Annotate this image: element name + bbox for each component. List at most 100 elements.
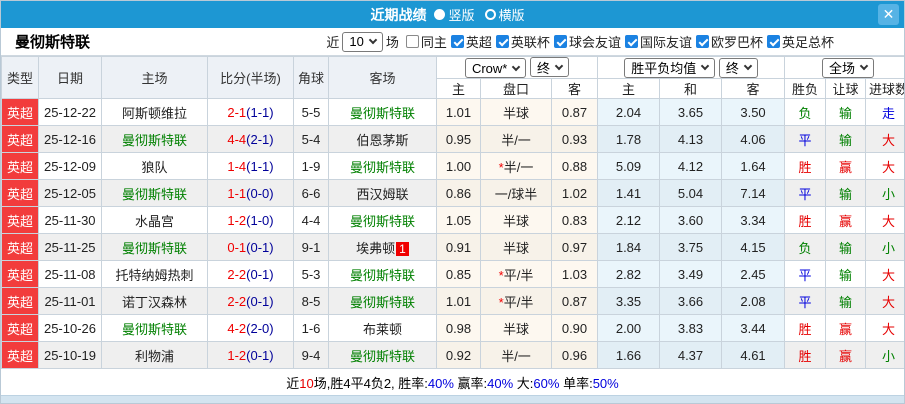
avg-away-cell: 4.06 [720,125,786,153]
away-team-cell: 布莱顿 [328,314,437,342]
handicap-result-cell: 输 [825,260,867,288]
corner-cell: 9-1 [293,233,329,261]
handicap-result-cell: 赢 [825,152,867,180]
date-cell: 25-11-30 [38,206,102,234]
league-cell: 英超 [1,314,39,342]
avg-away-cell: 4.61 [720,341,786,369]
avg-home-cell: 2.12 [597,206,660,234]
sub-header: 盘口 [480,78,552,99]
league-cell: 英超 [1,152,39,180]
score-cell: 4-2(2-0) [207,314,294,342]
col-header-type: 类型 [1,56,39,99]
goals-result-cell: 大 [865,152,904,180]
checkbox-label: 同主 [420,35,447,50]
checkbox-英联杯[interactable]: 英联杯 [495,32,550,51]
recent-count-select[interactable]: 10 [342,31,383,52]
handicap-cell: 一/球半 [480,179,552,207]
goals-result-cell: 小 [865,179,904,207]
date-cell: 25-10-26 [38,314,102,342]
layout-radio-horizontal[interactable]: 横版 [484,5,525,24]
score-cell: 1-2(1-0) [207,206,294,234]
odds-home-cell: 0.91 [436,233,481,261]
odds-home-cell: 1.01 [436,98,481,126]
handicap-result-cell: 输 [825,233,867,261]
sub-header: 让球 [825,78,867,99]
table-row: 英超 25-11-25 曼彻斯特联 0-1(0-1) 9-1 埃弗顿 1 0.91 半球 0.97… [1,233,904,261]
away-team-cell: 埃弗顿 1 [328,233,437,261]
filterbar: 曼彻斯特联 近 10 场 同主 英超 英联杯 球会友谊 国际友谊 欧罗巴杯 英足总杯 [1,28,904,56]
result-cell: 负 [784,98,827,126]
date-cell: 25-12-09 [38,152,102,180]
handicap-result-cell: 输 [825,98,867,126]
scope-select[interactable]: 全场 [822,57,875,78]
avg-select[interactable]: 胜平负均值 [624,57,716,78]
home-team-cell: 利物浦 [101,341,208,369]
table-row: 英超 25-10-26 曼彻斯特联 4-2(2-0) 1-6 布莱顿 0.98 半球 0.90 2… [1,314,904,342]
result-cell: 平 [784,179,827,207]
chevron-down-icon [700,61,710,71]
corner-cell: 6-6 [293,179,329,207]
handicap-cell: *平/半 [480,260,552,288]
sub-header: 主 [597,78,660,99]
odds-home-cell: 0.92 [436,341,481,369]
checkbox-英超[interactable]: 英超 [450,32,492,51]
checkbox-球会友谊[interactable]: 球会友谊 [553,32,621,51]
result-cell: 负 [784,233,827,261]
handicap-cell: *平/半 [480,287,552,315]
avg-draw-cell: 4.13 [659,125,722,153]
score-cell: 1-1(0-0) [207,179,294,207]
away-rank-badge: 1 [396,241,409,256]
summary-text: 近10场,胜4平4负2, 胜率:40% 赢率:40% 大:60% 单率:50% [286,375,619,391]
bottom-strip [1,395,904,403]
league-cell: 英超 [1,260,39,288]
avg-home-cell: 1.41 [597,179,660,207]
avg-away-cell: 3.34 [720,206,786,234]
avg-away-cell: 2.08 [720,287,786,315]
odds-away-cell: 0.83 [551,206,598,234]
score-cell: 1-4(1-1) [207,152,294,180]
goals-result-cell: 大 [865,314,904,342]
odds-away-cell: 0.88 [551,152,598,180]
panel-title: 近期战绩 [370,6,427,23]
checkbox-icon [405,35,419,48]
avg-stage-select[interactable]: 终 [718,57,758,78]
result-cell: 平 [784,287,827,315]
handicap-cell: 半/一 [480,341,552,369]
odds-home-cell: 0.95 [436,125,481,153]
goals-result-cell: 走 [865,98,904,126]
checkbox-英足总杯[interactable]: 英足总杯 [766,32,834,51]
recent-results-panel: 近期战绩 竖版 横版 ✕ 曼彻斯特联 近 10 场 同主 英超 英联杯 球会友谊 国际友谊… [0,0,905,404]
chevron-down-icon [743,61,753,71]
odds-home-cell: 1.05 [436,206,481,234]
handicap-cell: 半球 [480,206,552,234]
corner-cell: 4-4 [293,206,329,234]
away-team-cell: 西汉姆联 [328,179,437,207]
bookmaker-select[interactable]: Crow* [464,58,527,78]
away-team-cell: 曼彻斯特联 [328,287,437,315]
sub-header: 进球数 [865,78,904,99]
checkbox-欧罗巴杯[interactable]: 欧罗巴杯 [695,32,763,51]
away-team-cell: 曼彻斯特联 [328,98,437,126]
games-label: 场 [385,35,399,50]
layout-radio-vertical[interactable]: 竖版 [434,5,475,24]
odds-away-cell: 0.97 [551,233,598,261]
odds-home-cell: 0.86 [436,179,481,207]
home-team-cell: 曼彻斯特联 [101,179,208,207]
odds-away-cell: 0.93 [551,125,598,153]
odds-home-cell: 1.00 [436,152,481,180]
checkbox-同主[interactable]: 同主 [405,32,447,51]
checkbox-icon [624,35,638,48]
result-cell: 胜 [784,314,827,342]
checkbox-国际友谊[interactable]: 国际友谊 [624,32,692,51]
table-row: 英超 25-12-09 狼队 1-4(1-1) 1-9 曼彻斯特联 1.00 *半/一 0.88… [1,152,904,180]
league-cell: 英超 [1,125,39,153]
score-cell: 2-2(0-1) [207,260,294,288]
handicap-result-cell: 赢 [825,341,867,369]
radio-icon [434,9,446,20]
close-button[interactable]: ✕ [878,4,899,25]
col-header-score: 比分(半场) [207,56,294,99]
col-header-corner: 角球 [293,56,329,99]
handicap-result-cell: 输 [825,287,867,315]
odds-away-cell: 0.87 [551,98,598,126]
bookmaker-stage-select[interactable]: 终 [530,57,570,77]
